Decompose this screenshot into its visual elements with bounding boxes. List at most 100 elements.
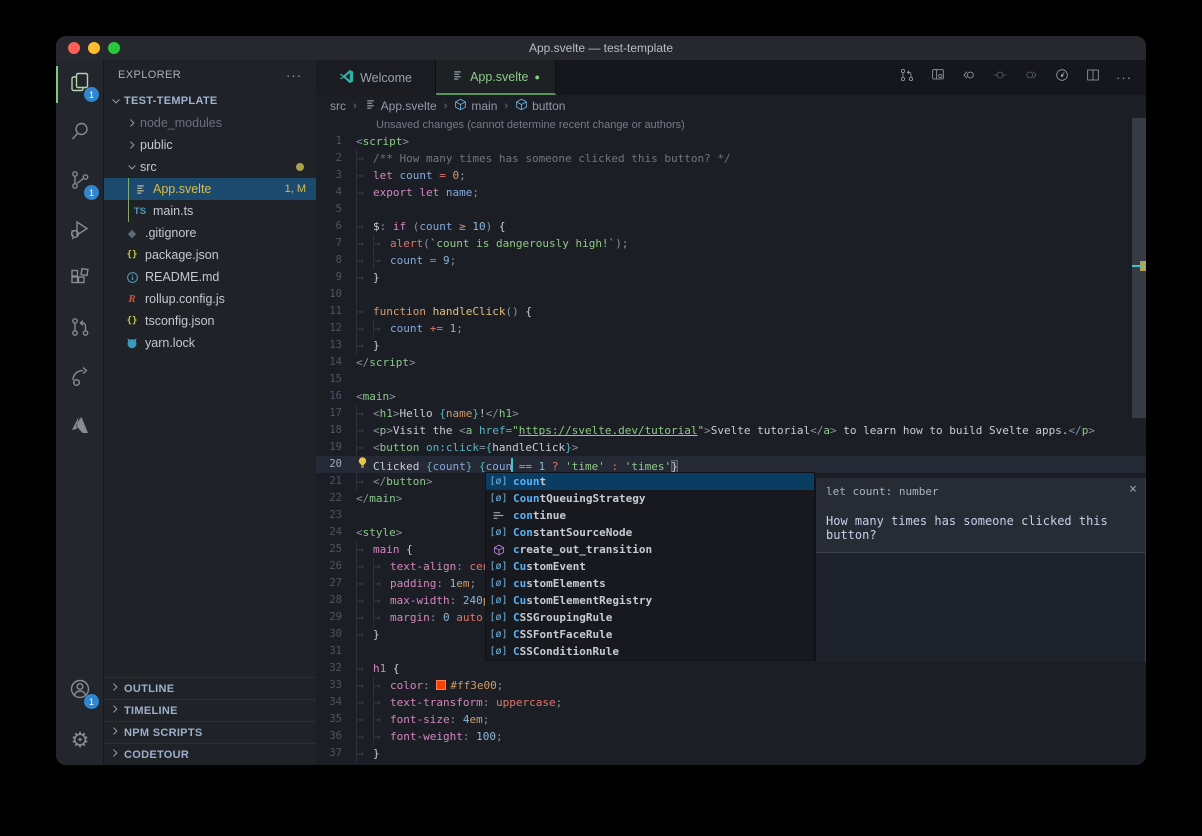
open-changes-button[interactable] — [895, 66, 919, 90]
tree-item-readme-md[interactable]: README.md — [104, 266, 316, 288]
color-swatch[interactable] — [436, 680, 446, 690]
code-line-36[interactable]: 36→→font-weight: 100; — [316, 728, 1146, 745]
suggest-item-cssgroupingrule[interactable]: [ø]CSSGroupingRule — [486, 609, 814, 626]
code-line-18[interactable]: 18→<p>Visit the <a href="https://svelte.… — [316, 422, 1146, 439]
suggest-item-continue[interactable]: continue — [486, 507, 814, 524]
tree-item-app-svelte[interactable]: App.svelte1, M — [104, 178, 316, 200]
breakpoint-button[interactable] — [988, 66, 1012, 90]
indent-guide: → — [356, 745, 373, 762]
tree-item-rollup-config-js[interactable]: Rrollup.config.js — [104, 288, 316, 310]
suggest-item-countqueuingstrategy[interactable]: [ø]CountQueuingStrategy — [486, 490, 814, 507]
more-actions-button[interactable]: ··· — [1112, 66, 1136, 90]
line-number: 18 — [316, 422, 356, 439]
code-line-2[interactable]: 2→/** How many times has someone clicked… — [316, 150, 1146, 167]
suggest-item-constantsourcenode[interactable]: [ø]ConstantSourceNode — [486, 524, 814, 541]
suggest-item-cssfontfacerule[interactable]: [ø]CSSFontFaceRule — [486, 626, 814, 643]
code-line-16[interactable]: 16<main> — [316, 388, 1146, 405]
section-label: NPM SCRIPTS — [124, 727, 202, 739]
code-line-11[interactable]: 11→function handleClick() { — [316, 303, 1146, 320]
editor[interactable]: Unsaved changes (cannot determine recent… — [316, 117, 1146, 765]
activity-badge: 1 — [84, 87, 99, 102]
modified-dot: ● — [534, 72, 539, 82]
code-line-9[interactable]: 9→} — [316, 269, 1146, 286]
activity-item-run-debug[interactable] — [56, 207, 104, 256]
split-editor-button[interactable] — [1081, 66, 1105, 90]
activity-item-azure[interactable] — [56, 403, 104, 452]
section-codetour[interactable]: CODETOUR — [104, 743, 316, 765]
code-line-10[interactable]: 10 — [316, 286, 1146, 303]
activity-item-accounts[interactable]: 1 — [56, 667, 104, 716]
indent-guide: → — [373, 677, 390, 694]
code-line-19[interactable]: 19→<button on:click={handleClick}> — [316, 439, 1146, 456]
tree-item-node-modules[interactable]: node_modules — [104, 112, 316, 134]
run-or-debug-button[interactable] — [1050, 66, 1074, 90]
sidebar-header: EXPLORER ··· — [104, 60, 316, 90]
indent-guide: → — [356, 728, 373, 745]
tree-item-package-json[interactable]: {}package.json — [104, 244, 316, 266]
section-npm-scripts[interactable]: NPM SCRIPTS — [104, 721, 316, 743]
tree-item-src[interactable]: src — [104, 156, 316, 178]
code-line-14[interactable]: 14</script> — [316, 354, 1146, 371]
code-line-3[interactable]: 3→let count = 0; — [316, 167, 1146, 184]
section-outline[interactable]: OUTLINE — [104, 677, 316, 699]
activity-item-settings[interactable]: ⚙ — [56, 716, 104, 765]
activity-item-explorer[interactable]: 1 — [56, 60, 104, 109]
code-line-8[interactable]: 8→→count = 9; — [316, 252, 1146, 269]
suggest-item-create_out_transition[interactable]: create_out_transition — [486, 541, 814, 558]
zoom-window-button[interactable] — [108, 42, 120, 54]
activity-item-github-pull-requests[interactable] — [56, 305, 104, 354]
indent-guide: → — [373, 728, 390, 745]
line-content: <main> — [356, 388, 396, 405]
sidebar-more-icon[interactable]: ··· — [286, 68, 302, 83]
code-line-1[interactable]: 1<script> — [316, 133, 1146, 150]
navigate-forward-button[interactable] — [1019, 66, 1043, 90]
indent-guide: → — [356, 592, 373, 609]
suggest-item-customelements[interactable]: [ø]customElements — [486, 575, 814, 592]
breadcrumb-item-src[interactable]: src — [330, 99, 346, 113]
tree-item-main-ts[interactable]: TSmain.ts — [104, 200, 316, 222]
code-line-5[interactable]: 5 — [316, 201, 1146, 218]
tab-welcome[interactable]: Welcome — [316, 60, 436, 95]
tree-item-public[interactable]: public — [104, 134, 316, 156]
suggest-item-customevent[interactable]: [ø]CustomEvent — [486, 558, 814, 575]
code-line-20[interactable]: 20Clicked {count} {coun == 1 ? 'time' : … — [316, 456, 1146, 473]
code-line-32[interactable]: 32→h1 { — [316, 660, 1146, 677]
close-window-button[interactable] — [68, 42, 80, 54]
line-number: 8 — [316, 252, 356, 269]
breadcrumb-item-main[interactable]: main — [454, 98, 497, 114]
code-line-17[interactable]: 17→<h1>Hello {name}!</h1> — [316, 405, 1146, 422]
tree-item--gitignore[interactable]: ◆.gitignore — [104, 222, 316, 244]
line-number: 22 — [316, 490, 356, 507]
tree-item-tsconfig-json[interactable]: {}tsconfig.json — [104, 310, 316, 332]
navigate-back-button[interactable] — [957, 66, 981, 90]
activity-item-extensions[interactable] — [56, 256, 104, 305]
code-line-4[interactable]: 4→export let name; — [316, 184, 1146, 201]
activity-item-live-share[interactable] — [56, 354, 104, 403]
code-line-12[interactable]: 12→→count += 1; — [316, 320, 1146, 337]
close-icon[interactable]: × — [1129, 482, 1137, 497]
code-line-35[interactable]: 35→→font-size: 4em; — [316, 711, 1146, 728]
activity-item-source-control[interactable]: 1 — [56, 158, 104, 207]
indent-guide: → — [356, 575, 373, 592]
code-line-13[interactable]: 13→} — [316, 337, 1146, 354]
code-line-6[interactable]: 6→$: if (count ≥ 10) { — [316, 218, 1146, 235]
suggest-item-cssconditionrule[interactable]: [ø]CSSConditionRule — [486, 643, 814, 660]
suggest-item-customelementregistry[interactable]: [ø]CustomElementRegistry — [486, 592, 814, 609]
minimize-window-button[interactable] — [88, 42, 100, 54]
suggest-item-count[interactable]: [ø]count — [486, 473, 814, 490]
code-line-33[interactable]: 33→→color: #ff3e00; — [316, 677, 1146, 694]
git-icon: ◆ — [124, 227, 140, 240]
breadcrumb-item-app-svelte[interactable]: App.svelte — [364, 98, 437, 114]
activity-item-search[interactable] — [56, 109, 104, 158]
code-line-15[interactable]: 15 — [316, 371, 1146, 388]
section-timeline[interactable]: TIMELINE — [104, 699, 316, 721]
breadcrumb-item-button[interactable]: button — [515, 98, 565, 114]
code-line-37[interactable]: 37→} — [316, 745, 1146, 762]
tab-app-svelte[interactable]: App.svelte● — [436, 60, 556, 95]
code-line-34[interactable]: 34→→text-transform: uppercase; — [316, 694, 1146, 711]
line-number: 30 — [316, 626, 356, 643]
open-preview-button[interactable] — [926, 66, 950, 90]
code-line-7[interactable]: 7→→alert(`count is dangerously high!`); — [316, 235, 1146, 252]
tree-root-folder[interactable]: TEST-TEMPLATE — [104, 90, 316, 112]
tree-item-yarn-lock[interactable]: yarn.lock — [104, 332, 316, 354]
